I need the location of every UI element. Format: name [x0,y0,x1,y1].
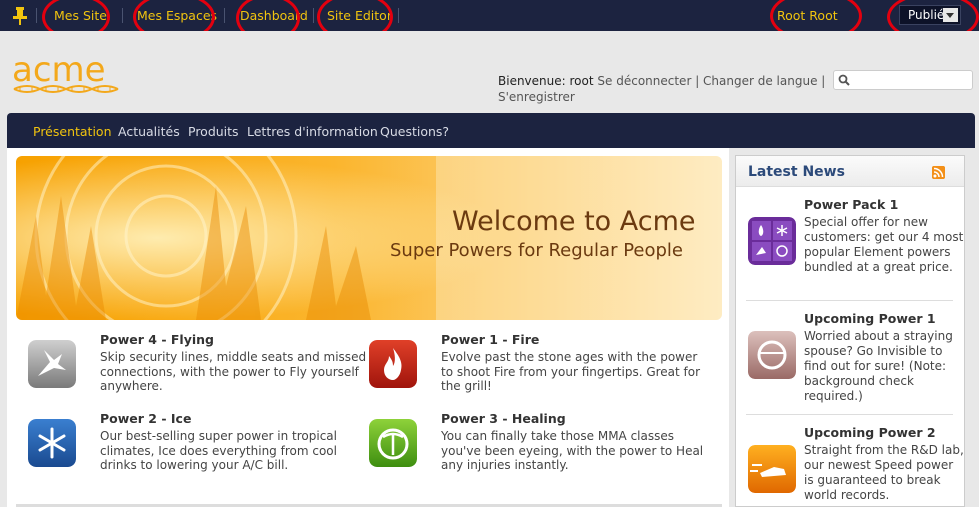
nav-item-presentation[interactable]: Présentation [33,124,112,139]
sidebar-title: Latest News [748,164,845,180]
welcome-label: Bienvenue: [498,74,566,88]
divider [746,300,953,301]
power-title[interactable]: Power 2 - Ice [100,411,191,426]
toolbar-divider [36,8,37,23]
logo-text: acme [12,51,106,90]
power-pack-icon[interactable] [748,217,796,265]
power-description: Skip security lines, middle seats and mi… [100,350,367,393]
banner-subtitle: Super Powers for Regular People [390,240,684,261]
search-input[interactable] [833,70,973,90]
publish-status-select[interactable]: Publié [899,5,961,25]
admin-toolbar: Mes Site Mes Espaces Dashboard Site Edit… [0,0,979,31]
logout-link[interactable]: Se déconnecter [597,74,691,88]
flame-icon[interactable] [369,340,417,388]
chevron-down-icon[interactable] [943,8,958,22]
power-description: Evolve past the stone ages with the powe… [441,350,701,393]
toolbar-divider [122,8,123,23]
nav-item-produits[interactable]: Produits [188,124,239,139]
bird-icon[interactable] [28,340,76,388]
news-description: Worried about a straying spouse? Go Invi… [804,329,953,403]
banner-background [16,156,722,320]
toolbar-divider [398,8,399,23]
change-language-link[interactable]: Changer de langue [703,74,817,88]
welcome-banner: Welcome to Acme Super Powers for Regular… [16,156,722,320]
toolbar-divider [313,8,314,23]
news-title[interactable]: Power Pack 1 [804,197,898,212]
latest-news-sidebar: Latest News Power Pack 1 Special offer f… [735,155,965,507]
power-description: You can finally take those MMA classes y… [441,429,704,472]
power-title[interactable]: Power 4 - Flying [100,332,214,347]
sidebar-header: Latest News [736,156,964,187]
publish-status-label: Publié [908,8,945,22]
register-link[interactable]: S'enregistrer [498,90,575,104]
pin-icon[interactable] [11,6,29,26]
caduceus-icon[interactable] [369,419,417,467]
news-description: Straight from the R&D lab, our newest Sp… [804,443,964,502]
rss-icon[interactable] [932,166,945,179]
user-menu[interactable]: Root Root [777,8,838,23]
news-item: Upcoming Power 2 Straight from the R&D l… [748,425,964,507]
nav-item-newsletters[interactable]: Lettres d'information [247,124,378,139]
power-description: Our best-selling super power in tropical… [100,429,337,472]
site-editor-menu[interactable]: Site Editor [327,8,392,23]
main-nav: Présentation Actualités Produits Lettres… [7,113,975,148]
banner-title: Welcome to Acme [452,206,696,237]
invisible-icon[interactable] [748,331,796,379]
power-title[interactable]: Power 3 - Healing [441,411,566,426]
mes-espaces-menu[interactable]: Mes Espaces [137,8,217,23]
nav-item-questions[interactable]: Questions? [380,124,449,139]
news-title[interactable]: Upcoming Power 2 [804,425,936,440]
mes-site-menu[interactable]: Mes Site [54,8,107,23]
news-title[interactable]: Upcoming Power 1 [804,311,936,326]
username: root [569,74,594,88]
divider [746,414,953,415]
search-icon [838,74,850,86]
news-description: Special offer for new customers: get our… [804,215,964,274]
news-item: Upcoming Power 1 Worried about a strayin… [748,311,958,416]
site-header: acme Bienvenue: root Se déconnecter | Ch… [0,31,979,113]
toolbar-divider [224,8,225,23]
power-title[interactable]: Power 1 - Fire [441,332,539,347]
main-content: Welcome to Acme Super Powers for Regular… [7,148,729,507]
acme-logo[interactable]: acme [12,51,122,97]
nav-item-actualites[interactable]: Actualités [118,124,180,139]
snowflake-icon[interactable] [28,419,76,467]
welcome-bar: Bienvenue: root Se déconnecter | Changer… [498,74,826,104]
dashboard-menu[interactable]: Dashboard [240,8,308,23]
speed-icon[interactable] [748,445,796,493]
news-item: Power Pack 1 Special offer for new custo… [748,197,963,302]
